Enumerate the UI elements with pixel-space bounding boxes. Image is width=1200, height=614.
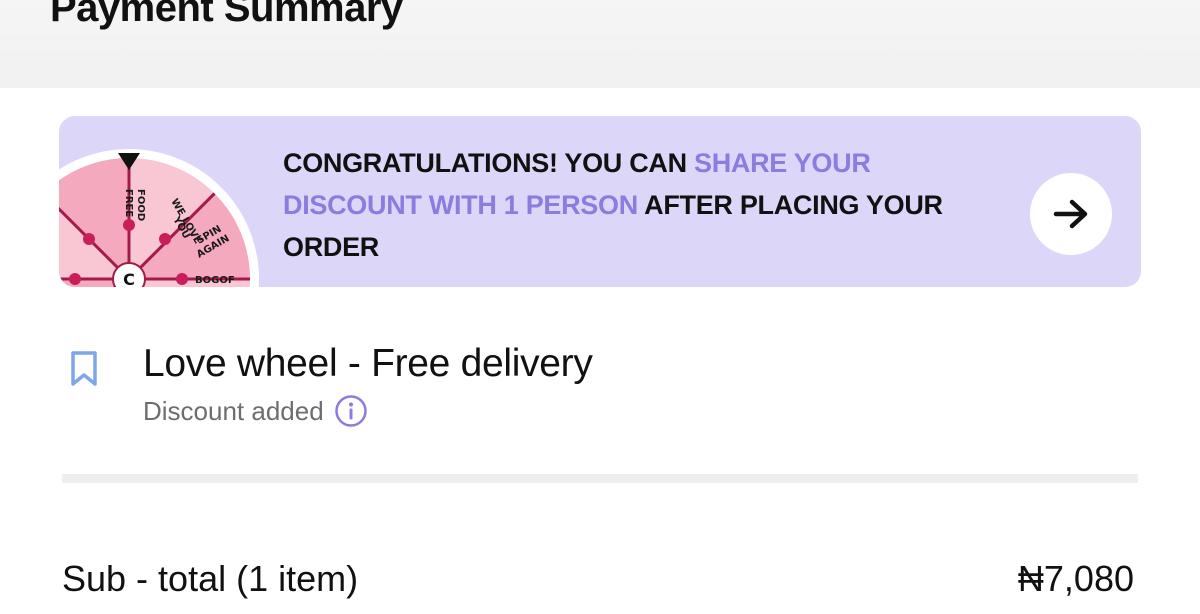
info-icon[interactable] (334, 394, 368, 428)
spin-wheel-graphic: FREE FOOD WE LOVE YOU SPIN AGAIN BOGOF 3… (59, 149, 259, 287)
svg-text:C: C (123, 270, 135, 287)
header-band: Payment Summary (0, 0, 1200, 88)
discount-subtitle: Discount added (143, 395, 324, 426)
discount-status: Discount added (143, 394, 368, 428)
svg-text:FREE: FREE (123, 189, 134, 217)
promo-arrow-button[interactable] (1030, 173, 1112, 255)
subtotal-label: Sub - total (1 item) (62, 558, 359, 599)
applied-discount[interactable]: Love wheel - Free delivery Discount adde… (0, 330, 1200, 440)
discount-title: Love wheel - Free delivery (143, 342, 593, 385)
subtotal-row: Sub - total (1 item) ₦7,080 (0, 554, 1200, 614)
promo-text-before: CONGRATULATIONS! YOU CAN (283, 148, 694, 178)
page-title: Payment Summary (50, 0, 403, 30)
subtotal-value: ₦7,080 (1017, 558, 1134, 599)
bookmark-icon (71, 351, 97, 386)
svg-text:FOOD: FOOD (135, 189, 146, 221)
svg-text:BOGOF: BOGOF (195, 275, 235, 286)
section-divider (62, 474, 1138, 483)
promo-message: CONGRATULATIONS! YOU CAN SHARE YOUR DISC… (283, 142, 983, 268)
promo-banner[interactable]: FREE FOOD WE LOVE YOU SPIN AGAIN BOGOF 3… (59, 116, 1141, 287)
arrow-right-icon (1053, 199, 1088, 229)
